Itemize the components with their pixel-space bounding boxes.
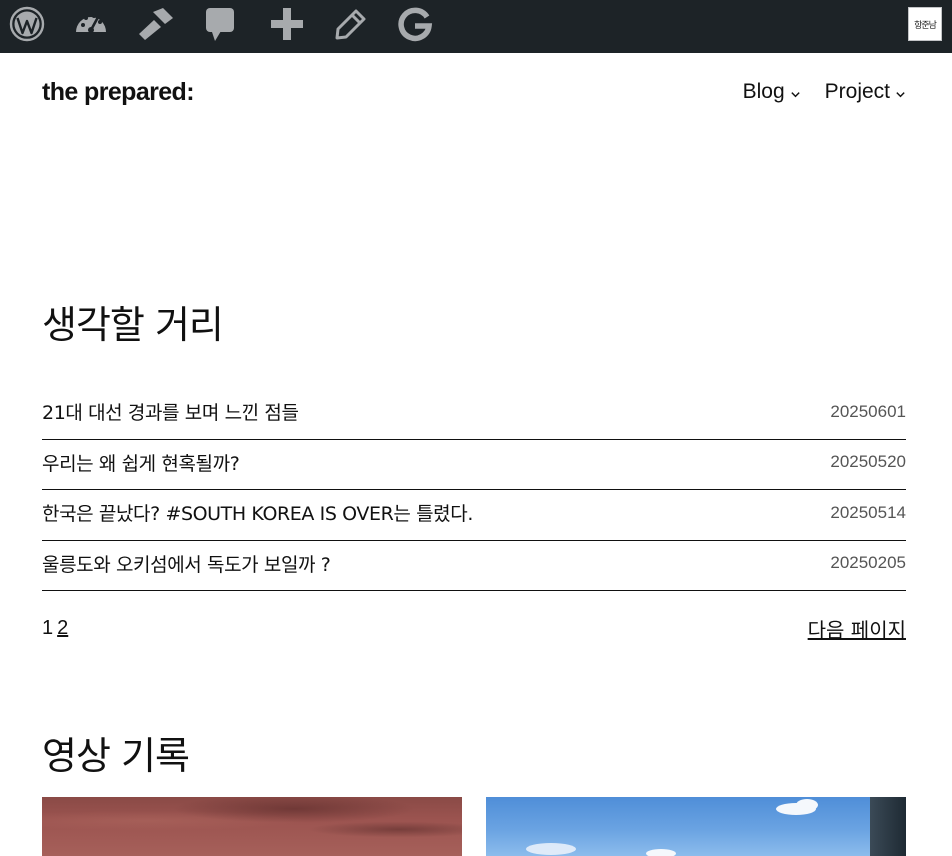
post-title-link[interactable]: 울릉도와 오키섬에서 독도가 보일까 ? bbox=[42, 550, 331, 577]
dashboard-icon[interactable] bbox=[72, 5, 110, 43]
nav-item-label: Blog bbox=[742, 80, 785, 103]
site-kit-icon[interactable] bbox=[396, 5, 434, 43]
pole bbox=[870, 797, 906, 856]
list-item: 우리는 왜 쉽게 현혹될까? 20250520 bbox=[42, 440, 906, 490]
nav-item-project[interactable]: Project bbox=[825, 80, 906, 104]
avatar[interactable]: 항준남 bbox=[908, 7, 942, 41]
chevron-down-icon bbox=[790, 91, 800, 97]
cloud bbox=[526, 843, 576, 855]
next-page-link[interactable]: 다음 페이지 bbox=[808, 614, 906, 643]
list-item: 21대 대선 경과를 보며 느낀 점들 20250601 bbox=[42, 389, 906, 440]
post-date: 20250514 bbox=[830, 502, 906, 522]
video-thumbnail[interactable] bbox=[42, 797, 462, 856]
list-item: 울릉도와 오키섬에서 독도가 보일까 ? 20250205 bbox=[42, 541, 906, 591]
wordpress-icon[interactable] bbox=[8, 5, 46, 43]
cloud bbox=[646, 849, 676, 856]
edit-icon[interactable] bbox=[332, 5, 370, 43]
page-numbers: 1 2 bbox=[42, 617, 68, 640]
admin-bar: 항준남 bbox=[0, 0, 952, 53]
post-title-link[interactable]: 21대 대선 경과를 보며 느낀 점들 bbox=[42, 398, 299, 425]
chevron-down-icon bbox=[896, 91, 905, 97]
section-heading-videos: 영상 기록 bbox=[42, 734, 190, 778]
section-heading-posts: 생각할 거리 bbox=[42, 303, 224, 347]
nav-item-label: Project bbox=[824, 80, 890, 103]
post-title-link[interactable]: 한국은 끝났다? #SOUTH KOREA IS OVER는 틀렸다. bbox=[42, 499, 473, 526]
pagination: 1 2 다음 페이지 bbox=[42, 614, 906, 643]
new-content-icon[interactable] bbox=[268, 5, 306, 43]
post-date: 20250520 bbox=[830, 452, 906, 472]
post-date: 20250205 bbox=[830, 553, 906, 573]
video-thumbnail[interactable] bbox=[486, 797, 906, 856]
list-item: 한국은 끝났다? #SOUTH KOREA IS OVER는 틀렸다. 2025… bbox=[42, 490, 906, 541]
avatar-text: 항준남 bbox=[914, 20, 937, 31]
comments-icon[interactable] bbox=[201, 5, 239, 43]
page-current: 1 bbox=[42, 617, 54, 639]
main-nav: Blog Project bbox=[743, 80, 906, 104]
post-title-link[interactable]: 우리는 왜 쉽게 현혹될까? bbox=[42, 449, 240, 476]
nav-item-blog[interactable]: Blog bbox=[743, 80, 801, 104]
post-list: 21대 대선 경과를 보며 느낀 점들 20250601 우리는 왜 쉽게 현혹… bbox=[42, 389, 906, 591]
post-date: 20250601 bbox=[830, 401, 906, 421]
site-title[interactable]: the prepared: bbox=[42, 78, 195, 107]
cloud bbox=[796, 799, 818, 811]
customize-icon[interactable] bbox=[137, 5, 175, 43]
page-link-2[interactable]: 2 bbox=[57, 617, 68, 640]
